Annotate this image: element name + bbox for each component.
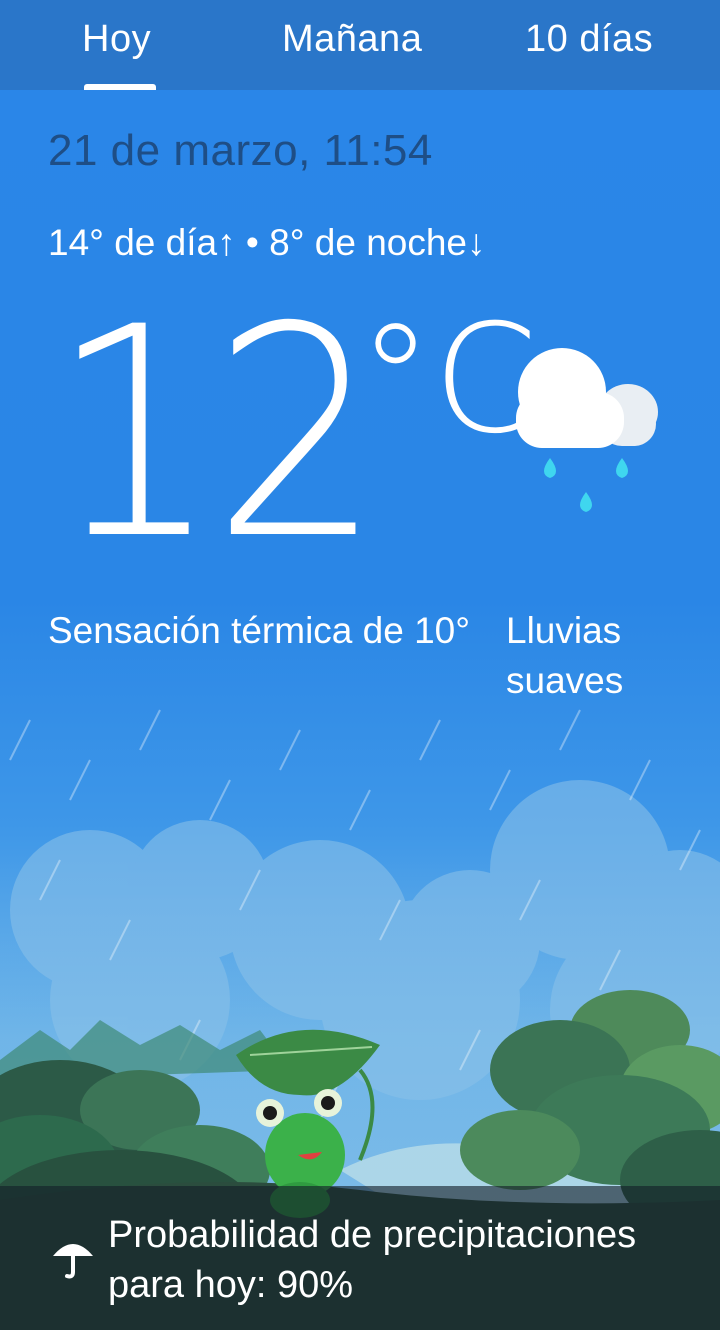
precipitation-probability: Probabilidad de precipitaciones para hoy… — [108, 1214, 637, 1306]
tab-10-days[interactable]: 10 días — [525, 18, 653, 78]
cloud-rain-icon — [516, 348, 658, 512]
high-low-temperatures: 14° de día↑ • 8° de noche↓ — [48, 222, 486, 263]
tab-today[interactable]: Hoy — [82, 18, 151, 78]
date-time: 21 de marzo, 11:54 — [48, 126, 433, 175]
weather-screen: Hoy Mañana 10 días 21 de marzo, 11:54 14… — [0, 0, 720, 1330]
current-temperature: 12 — [50, 266, 382, 603]
feels-like: Sensación térmica de 10° — [48, 610, 471, 651]
umbrella-icon — [53, 1244, 93, 1279]
tab-bar: Hoy Mañana 10 días — [0, 0, 720, 90]
weather-condition: Lluvias suaves — [506, 610, 624, 701]
selected-tab-indicator — [84, 84, 156, 90]
tab-tomorrow[interactable]: Mañana — [282, 18, 422, 78]
